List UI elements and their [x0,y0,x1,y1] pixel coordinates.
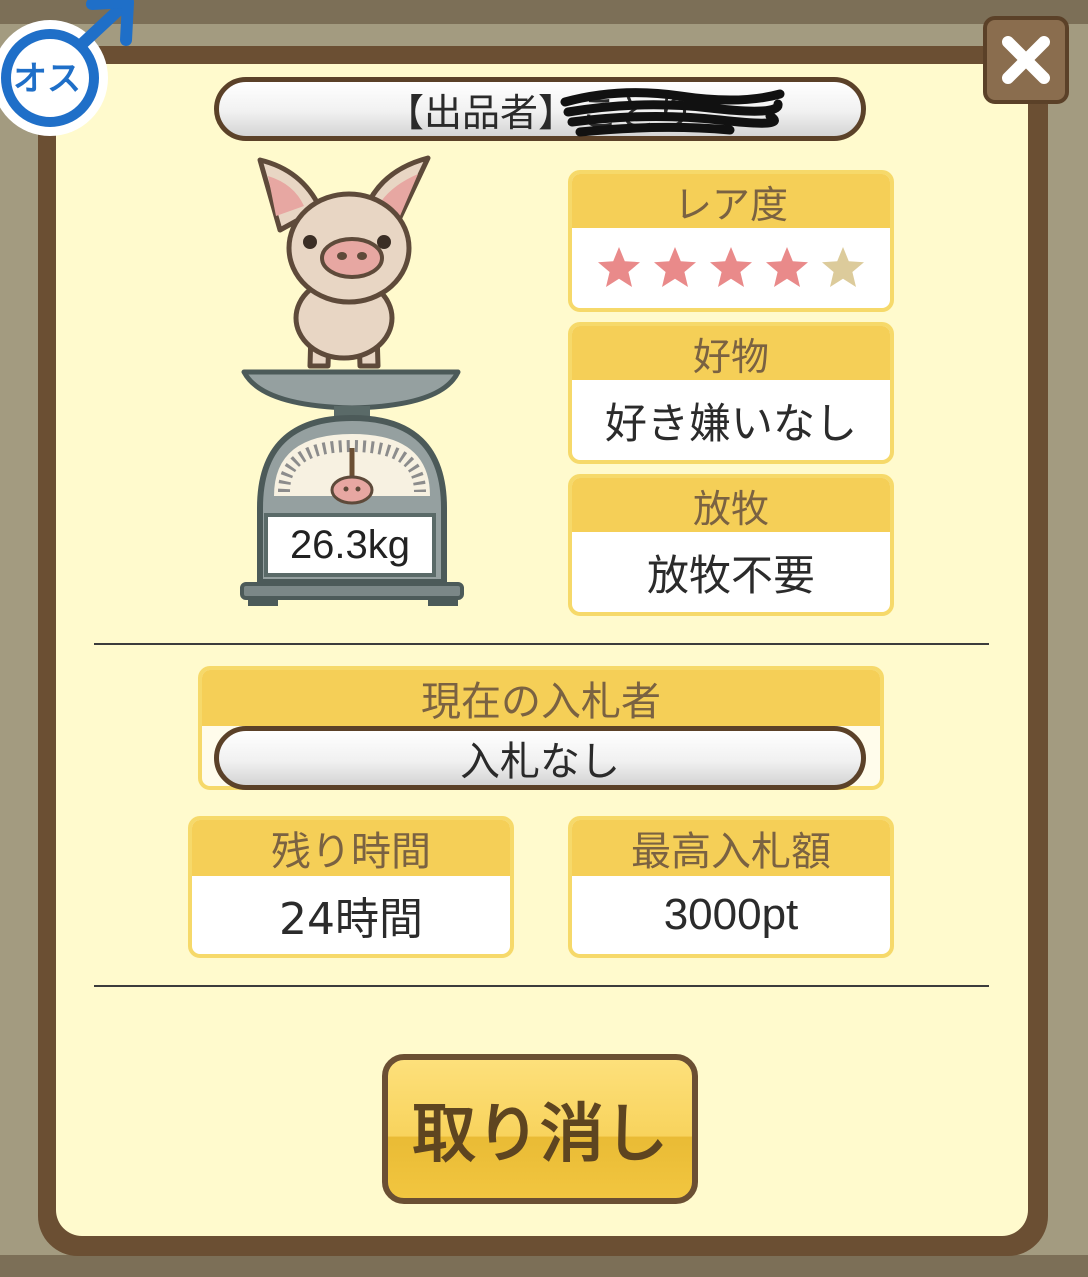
current-bidder-field: 入札なし [214,726,866,790]
male-symbol-icon: オス [0,0,134,136]
divider-bottom [94,985,989,987]
male-gender-badge: オス [0,0,140,140]
seller-prefix: 【出品者】 [385,90,576,135]
cancel-button[interactable]: 取り消し [382,1054,698,1204]
grazing-card: 放牧 放牧不要 [568,474,894,616]
weight-display: 26.3kg [264,513,436,577]
cancel-button-label: 取り消し [412,1098,668,1172]
highest-bid-value: 3000pt [663,890,799,939]
favorite-value: 好き嫌いなし [604,398,857,448]
highest-bid-card: 最高入札額 3000pt [568,816,894,958]
time-left-value: 24時間 [279,894,423,945]
bidder-title: 現在の入札者 [202,670,880,726]
star-rating [595,244,867,292]
close-icon [1002,36,1050,84]
favorite-title: 好物 [572,326,890,380]
gender-label: オス [13,59,81,99]
bidder-value: 入札なし [460,739,620,785]
redaction-scribble [560,88,785,137]
background-bottom-strip [0,1255,1088,1277]
background-top-strip [0,0,1088,24]
close-button[interactable] [983,16,1069,104]
divider-top [94,643,989,645]
star-empty-icon [822,247,864,287]
rarity-stars [572,228,890,308]
weight-value: 26.3kg [289,522,411,567]
time-left-title: 残り時間 [192,820,510,876]
time-left-card: 残り時間 24時間 [188,816,514,958]
star-filled-icon [654,247,696,287]
grazing-value: 放牧不要 [646,550,815,600]
rarity-title: レア度 [572,174,890,228]
star-filled-icon [598,247,640,287]
highest-bid-title: 最高入札額 [572,820,890,876]
grazing-title: 放牧 [572,478,890,532]
star-filled-icon [710,247,752,287]
star-filled-icon [766,247,808,287]
favorite-food-card: 好物 好き嫌いなし [568,322,894,464]
rarity-card: レア度 [568,170,894,312]
